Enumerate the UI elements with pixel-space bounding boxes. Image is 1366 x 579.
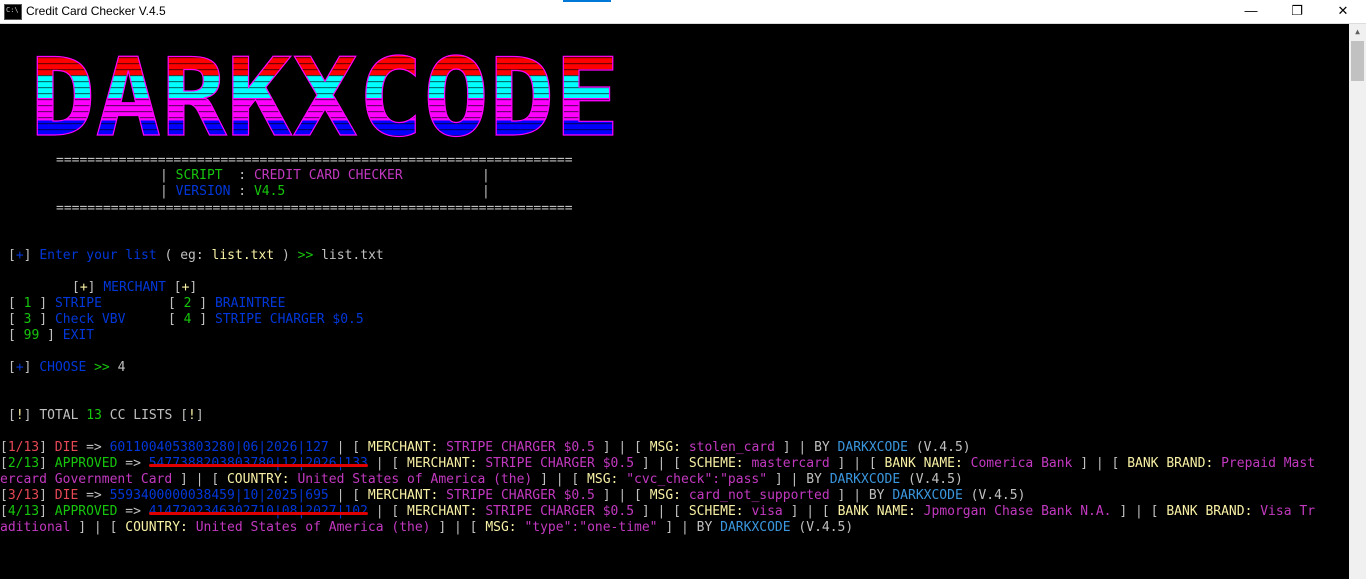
- result-line: [4/13] APPROVED => 4147202346302710|08|2…: [0, 504, 1316, 519]
- total-cc-lists: [!] TOTAL 13 CC LISTS [!]: [8, 408, 204, 423]
- header-rule-bottom: ========================================…: [56, 201, 573, 216]
- menu-option-exit: [ 99 ] EXIT: [8, 328, 95, 343]
- result-line: [1/13] DIE => 6011004053803280|06|2026|1…: [0, 440, 971, 455]
- titlebar-accent: [563, 0, 611, 2]
- header-box-edge: |: [482, 184, 490, 199]
- darkxcode-banner-logo: DARKXCODEDARKXCODE: [30, 53, 620, 143]
- console-app-icon: C:\: [4, 4, 22, 20]
- console-output: DARKXCODEDARKXCODE =====================…: [0, 24, 1349, 579]
- header-box-edge: |: [482, 168, 490, 183]
- result-line: [2/13] APPROVED => 5477388203803780|12|2…: [0, 456, 1316, 471]
- redacted-card-number: 4147202346302710|08|2027|102: [148, 504, 368, 519]
- window-titlebar: C:\ Credit Card Checker V.4.5 — ❐ ✕: [0, 0, 1366, 24]
- maximize-button[interactable]: ❐: [1274, 0, 1320, 23]
- choose-prompt: [+] CHOOSE >> 4: [8, 360, 126, 375]
- merchant-menu-title: [+] MERCHANT [+]: [72, 280, 198, 295]
- menu-option-stripe: [ 1 ] STRIPE: [8, 296, 102, 311]
- banner-outline: DARKXCODE: [30, 53, 620, 143]
- result-line-wrap: aditional ] | [ COUNTRY: United States o…: [0, 520, 854, 535]
- close-icon: ✕: [1337, 3, 1349, 18]
- window-title: Credit Card Checker V.4.5: [26, 4, 166, 18]
- header-version-line: | VERSION : V4.5: [160, 184, 286, 199]
- list-input-value: list.txt: [321, 248, 384, 263]
- banner-graphic: DARKXCODEDARKXCODE: [30, 53, 620, 143]
- vertical-scrollbar[interactable]: ▲: [1349, 24, 1366, 579]
- scrollbar-thumb[interactable]: [1351, 41, 1364, 81]
- menu-option-stripe-charger: [ 4 ] STRIPE CHARGER $0.5: [168, 312, 364, 327]
- maximize-icon: ❐: [1291, 3, 1303, 18]
- menu-option-braintree: [ 2 ] BRAINTREE: [168, 296, 286, 311]
- header-script-line: | SCRIPT : CREDIT CARD CHECKER: [160, 168, 403, 183]
- choose-input-value: 4: [117, 360, 126, 375]
- minimize-icon: —: [1244, 3, 1258, 18]
- menu-option-check-vbv: [ 3 ] Check VBV: [8, 312, 126, 327]
- result-line: [3/13] DIE => 5593400000038459|10|2025|6…: [0, 488, 1026, 503]
- header-rule-top: ========================================…: [56, 153, 573, 168]
- list-prompt: [+] Enter your list ( eg: list.txt ) >> …: [8, 248, 384, 263]
- scroll-up-arrow-icon[interactable]: ▲: [1349, 24, 1366, 40]
- redacted-card-number: 5477388203803780|12|2026|133: [148, 456, 368, 471]
- minimize-button[interactable]: —: [1228, 0, 1274, 23]
- result-line-wrap: ercard Government Card ] | [ COUNTRY: Un…: [0, 472, 963, 487]
- close-button[interactable]: ✕: [1320, 0, 1366, 23]
